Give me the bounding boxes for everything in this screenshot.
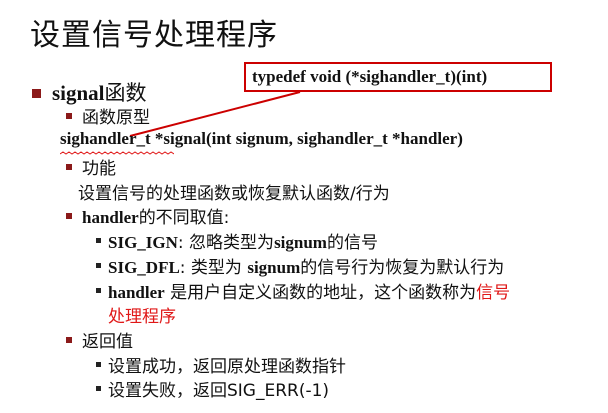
- return-item: 设置成功，返回原处理函数指针: [108, 357, 346, 377]
- item-text: 的信号行为恢复为默认行为: [300, 258, 505, 278]
- typedef-callout: typedef void (*sighandler_t)(int): [244, 62, 552, 92]
- bullet-square: [96, 362, 101, 367]
- bullet-square: [66, 164, 72, 170]
- code-sig-dfl: SIG_DFL: [108, 258, 180, 277]
- signal-suffix: 函数: [104, 81, 147, 105]
- bullet-square: [66, 113, 72, 119]
- return-label: 返回值: [82, 332, 133, 352]
- handler-keyword: handler: [82, 208, 139, 227]
- prototype-label: 函数原型: [82, 108, 150, 128]
- handler-item: SIG_DFL: 类型为 signum的信号行为恢复为默认行为: [108, 253, 504, 278]
- function-description: 设置信号的处理函数或恢复默认函数/行为: [78, 184, 390, 204]
- bullet-square: [66, 213, 72, 219]
- bullet-square: [96, 288, 101, 293]
- highlight-text-continued: 处理程序: [108, 307, 176, 327]
- bullet-square: [32, 89, 41, 98]
- spellcheck-underline: [60, 151, 174, 155]
- code-signum: signum: [247, 258, 301, 277]
- highlight-text: 信号: [476, 283, 511, 303]
- prototype-line: sighandler_t *signal(int signum, sighand…: [60, 129, 463, 148]
- bullet-square: [96, 238, 101, 243]
- code-signum: signum: [274, 233, 327, 252]
- function-label: 功能: [82, 159, 116, 179]
- item-text: : 忽略类型为: [177, 233, 275, 253]
- handler-item: SIG_IGN: 忽略类型为signum的信号: [108, 228, 378, 253]
- handler-item: handler 是用户自定义函数的地址，这个函数称为信号: [108, 278, 510, 303]
- return-item: 设置失败，返回SIG_ERR(-1): [108, 381, 330, 401]
- code-handler: handler: [108, 283, 165, 302]
- signal-keyword: signal: [52, 81, 105, 105]
- item-text: 是用户自定义函数的地址，这个函数称为: [164, 283, 477, 303]
- bullet-square: [96, 386, 101, 391]
- handler-heading-text: 的不同取值:: [138, 208, 230, 228]
- bullet-square: [66, 337, 72, 343]
- bullet-square: [96, 263, 101, 268]
- code-sig-ign: SIG_IGN: [108, 233, 178, 252]
- item-text: 的信号: [326, 233, 378, 253]
- handler-heading: handler的不同取值:: [82, 203, 229, 228]
- item-text: : 类型为: [179, 258, 248, 278]
